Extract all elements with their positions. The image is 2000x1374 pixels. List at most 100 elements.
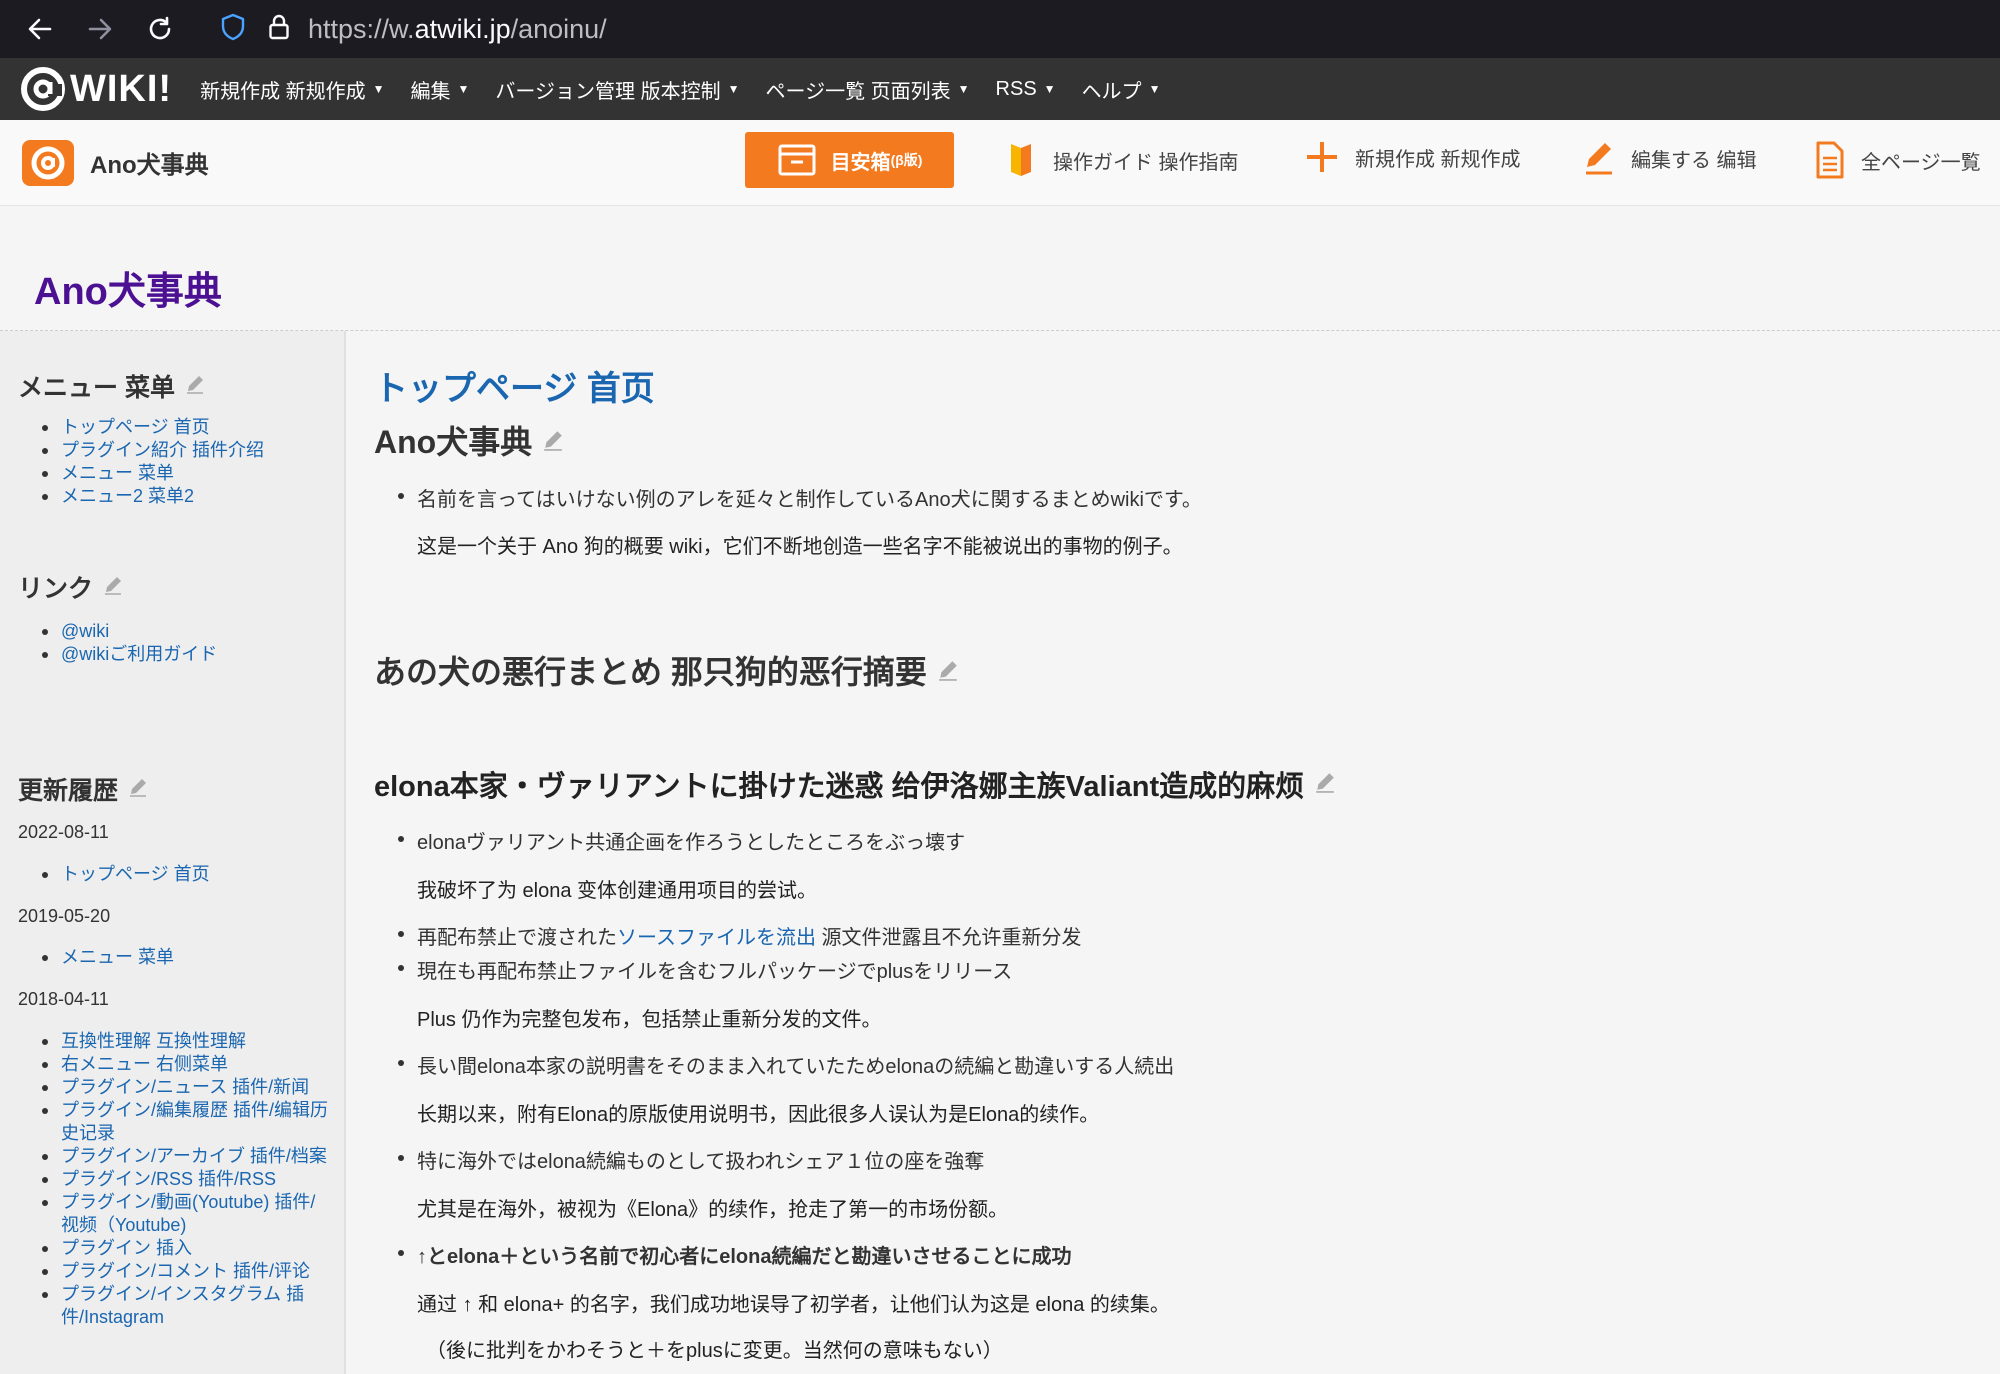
- forward-icon[interactable]: [80, 9, 120, 49]
- sidebar-links-list: @wiki @wikiご利用ガイド: [42, 620, 217, 666]
- back-icon[interactable]: [20, 9, 60, 49]
- history-item[interactable]: プラグイン/ニュース 插件/新闻: [42, 1076, 332, 1099]
- page-list-icon: [1816, 141, 1844, 179]
- translation-text: 长期以来，附有Elona的原版使用说明书，因此很多人误认为是Elona的续作。: [417, 1104, 1100, 1126]
- heading-text: あの犬の悪行まとめ 那只狗的恶行摘要: [374, 654, 927, 690]
- history-item[interactable]: プラグイン/RSS 插件/RSS: [42, 1168, 332, 1191]
- menu-page-list[interactable]: ページ一覧 页面列表 ▼: [765, 75, 969, 104]
- history-item[interactable]: プラグイン/コメント 插件/评论: [42, 1260, 332, 1283]
- sidebar-history-heading: 更新履歴: [18, 771, 148, 807]
- menu-label: バージョン管理 版本控制: [495, 80, 721, 103]
- translation-text: 尤其是在海外，被视为《Elona》的续作，抢走了第一的市场份额。: [417, 1199, 1009, 1221]
- sidebar-item-top-page[interactable]: トップページ 首页: [42, 416, 264, 439]
- reload-icon[interactable]: [140, 9, 180, 49]
- guide-icon: [1011, 144, 1031, 176]
- history-item[interactable]: 右メニュー 右侧菜单: [42, 1053, 332, 1076]
- history-list: メニュー 菜单: [42, 946, 174, 969]
- list-item: 特に海外ではelona続編ものとして扱われシェア１位の座を強奪: [397, 1145, 984, 1174]
- menu-new-page[interactable]: 新規作成 新规作成 ▼: [200, 75, 384, 104]
- suggestion-box-button[interactable]: 目安箱 (β版): [745, 132, 954, 188]
- wiki-title[interactable]: Ano犬事典: [34, 260, 222, 315]
- edit-pencil-icon[interactable]: [103, 573, 123, 602]
- heading-text: リンク: [18, 575, 94, 603]
- lock-icon[interactable]: [268, 13, 290, 46]
- edit-pencil-icon[interactable]: [128, 775, 148, 804]
- history-item[interactable]: プラグイン 插入: [42, 1237, 332, 1260]
- menu-help[interactable]: ヘルプ ▼: [1082, 75, 1161, 104]
- link-label: 編集する 编辑: [1631, 149, 1757, 172]
- history-item[interactable]: メニュー 菜单: [42, 946, 174, 969]
- plus-icon: [1307, 142, 1337, 172]
- caret-down-icon: ▼: [457, 82, 470, 96]
- list-item: ↑とelona＋という名前で初心者にelona続編だと勘違いさせることに成功: [397, 1240, 1071, 1269]
- sidebar-link-guide[interactable]: @wikiご利用ガイド: [42, 643, 217, 666]
- link-label: 新規作成 新规作成: [1355, 148, 1521, 171]
- at-logo-icon: [21, 67, 65, 111]
- menu-label: 新規作成 新规作成: [200, 80, 366, 103]
- history-list: 互換性理解 互換性理解 右メニュー 右侧菜单 プラグイン/ニュース 插件/新闻 …: [42, 1030, 332, 1329]
- list-item: 現在も再配布禁止ファイルを含むフルパッケージでplusをリリース: [397, 955, 1012, 984]
- menu-label: 編集: [410, 80, 451, 103]
- list-text: 源文件泄露且不允许重新分发: [816, 927, 1082, 949]
- menu-edit[interactable]: 編集 ▼: [411, 75, 470, 104]
- shield-icon[interactable]: [220, 13, 246, 46]
- translation-text: 我破坏了为 elona 变体创建通用项目的尝试。: [417, 880, 818, 902]
- history-list: トップページ 首页: [42, 863, 210, 886]
- translation-text: 这是一个关于 Ano 狗的概要 wiki，它们不断地创造一些名字不能被说出的事物…: [417, 536, 1183, 558]
- box-icon: [778, 144, 816, 176]
- sidebar-item-menu[interactable]: メニュー 菜单: [42, 462, 264, 485]
- note-text: （後に批判をかわそうと＋をplusに変更。当然何の意味もない）: [426, 1340, 1003, 1362]
- heading-elona: elona本家・ヴァリアントに掛けた迷惑 给伊洛娜主族Valiant造成的麻烦: [374, 763, 1336, 805]
- link-label: 全ページ一覧: [1861, 151, 1981, 174]
- history-item[interactable]: トップページ 首页: [42, 863, 210, 886]
- history-date: 2022-08-11: [18, 822, 109, 842]
- edit-link[interactable]: 編集する 编辑: [1583, 140, 1757, 176]
- pencil-icon: [1586, 143, 1612, 175]
- atwiki-menubar: WIKI! 新規作成 新规作成 ▼ 編集 ▼ バージョン管理 版本控制 ▼ ページ一覧…: [0, 58, 2000, 120]
- edit-pencil-icon[interactable]: [1314, 768, 1336, 801]
- history-date: 2019-05-20: [18, 906, 111, 926]
- promo-small: (β版): [890, 152, 923, 168]
- main-content: トップページ 首页 Ano犬事典 名前を言ってはいけない例のアレを延々と制作して…: [348, 331, 2000, 1374]
- sidebar-item-menu2[interactable]: メニュー2 菜单2: [42, 485, 264, 508]
- caret-down-icon: ▼: [372, 82, 385, 96]
- atwiki-logo[interactable]: WIKI!: [20, 66, 172, 112]
- heading-ano: Ano犬事典: [374, 417, 564, 463]
- history-item[interactable]: 互換性理解 互換性理解: [42, 1030, 332, 1053]
- url-path: /anoinu/: [510, 13, 607, 44]
- source-leak-link[interactable]: ソースファイルを流出: [617, 927, 816, 949]
- heading-text: Ano犬事典: [374, 424, 533, 460]
- edit-pencil-icon[interactable]: [937, 652, 959, 689]
- sidebar-link-atwiki[interactable]: @wiki: [42, 620, 217, 643]
- operation-guide-link[interactable]: 操作ガイド 操作指南: [1005, 140, 1239, 180]
- caret-down-icon: ▼: [1043, 82, 1056, 96]
- menu-rss[interactable]: RSS ▼: [996, 78, 1056, 101]
- translation-text: Plus 仍作为完整包发布，包括禁止重新分发的文件。: [417, 1009, 882, 1031]
- list-item: 長い間elona本家の説明書をそのまま入れていたためelonaの続編と勘違いする…: [397, 1050, 1174, 1079]
- list-item: elonaヴァリアント共通企画を作ろうとしたところをぶっ壊す: [397, 826, 965, 855]
- site-header: Ano犬事典 目安箱 (β版) 操作ガイド 操作指南 新規作成 新规作成 編集する…: [0, 120, 2000, 206]
- menu-version-control[interactable]: バージョン管理 版本控制 ▼: [495, 75, 739, 104]
- history-item[interactable]: プラグイン/アーカイブ 插件/档案: [42, 1145, 332, 1168]
- sidebar-item-plugins[interactable]: プラグイン紹介 插件介绍: [42, 439, 264, 462]
- caret-down-icon: ▼: [957, 82, 970, 96]
- history-item[interactable]: プラグイン/編集履歴 插件/编辑历史记录: [42, 1099, 332, 1145]
- list-text: 再配布禁止で渡された: [417, 927, 617, 949]
- menu-label: RSS: [995, 77, 1037, 100]
- new-page-link[interactable]: 新規作成 新规作成: [1305, 140, 1521, 174]
- page-title[interactable]: トップページ 首页: [374, 361, 655, 410]
- edit-pencil-icon[interactable]: [542, 422, 564, 459]
- heading-text: elona本家・ヴァリアントに掛けた迷惑 给伊洛娜主族Valiant造成的麻烦: [374, 771, 1305, 803]
- history-item[interactable]: プラグイン/インスタグラム 插件/Instagram: [42, 1283, 332, 1329]
- site-logo[interactable]: Ano犬事典: [20, 138, 209, 188]
- menu-label: ページ一覧 页面列表: [765, 80, 951, 103]
- sidebar: メニュー 菜单 トップページ 首页 プラグイン紹介 插件介绍 メニュー 菜单 メ…: [0, 331, 346, 1374]
- heading-text: メニュー 菜单: [18, 374, 175, 402]
- address-bar[interactable]: https://w.atwiki.jp/anoinu/: [220, 13, 607, 46]
- edit-pencil-icon[interactable]: [185, 372, 205, 401]
- history-item[interactable]: プラグイン/動画(Youtube) 插件/视频（Youtube): [42, 1191, 332, 1237]
- history-date: 2018-04-11: [18, 989, 109, 1009]
- all-pages-link[interactable]: 全ページ一覧: [1815, 140, 1981, 180]
- heading-summary: あの犬の悪行まとめ 那只狗的恶行摘要: [374, 647, 959, 693]
- url-text[interactable]: https://w.atwiki.jp/anoinu/: [308, 14, 607, 45]
